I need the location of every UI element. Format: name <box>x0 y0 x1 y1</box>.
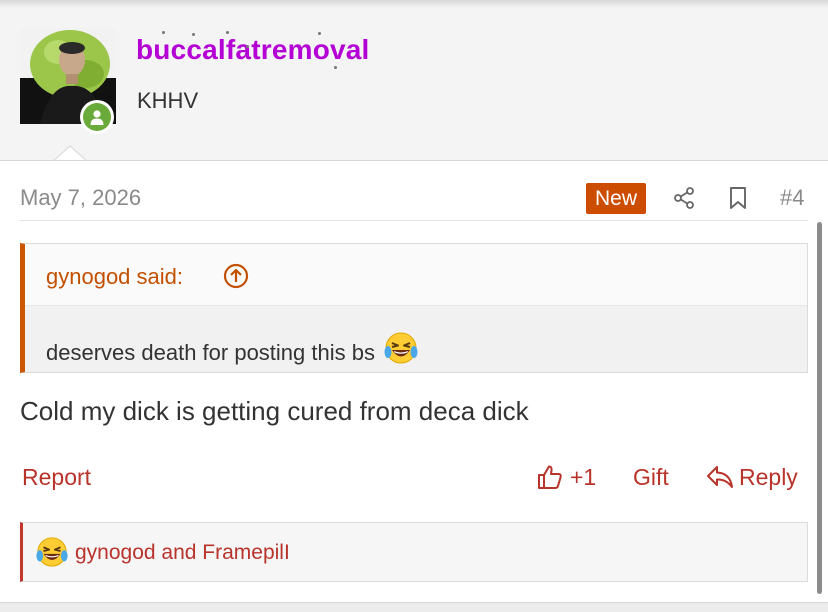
bottom-band <box>0 602 828 612</box>
quote-header: gynogod said: <box>25 244 807 306</box>
sparkle-dot <box>334 66 337 69</box>
quote-text-content: deserves death for posting this bs <box>46 340 375 365</box>
reply-button[interactable]: Reply <box>739 464 798 491</box>
crying-laughing-emoji-icon <box>36 537 68 567</box>
post-number-link[interactable]: #4 <box>780 185 804 211</box>
reactions-bar[interactable]: gynogod and FramepilI <box>20 522 808 582</box>
scrollbar[interactable] <box>817 222 822 594</box>
sparkle-dot <box>246 45 249 48</box>
report-link[interactable]: Report <box>22 464 91 491</box>
quote-text: deserves death for posting this bs <box>46 330 419 366</box>
new-badge: New <box>586 183 647 214</box>
reactions-text[interactable]: gynogod and FramepilI <box>75 541 290 565</box>
gift-link[interactable]: Gift <box>633 464 669 491</box>
sparkle-dot <box>318 32 321 35</box>
online-status-badge <box>80 100 114 134</box>
quote-author-link[interactable]: gynogod said: <box>46 264 183 290</box>
quote-body: deserves death for posting this bs <box>25 306 807 372</box>
post-header: May 7, 2026 New #4 <box>20 161 808 221</box>
arrow-up-circle-icon[interactable] <box>223 263 249 289</box>
sparkle-dot <box>226 31 229 34</box>
post: May 7, 2026 New #4 gynogod said: deserve… <box>0 160 828 602</box>
sparkle-dot <box>162 31 165 34</box>
online-user-icon <box>90 110 104 125</box>
post-message: Cold my dick is getting cured from deca … <box>20 396 529 426</box>
top-shadow <box>0 0 828 8</box>
crying-laughing-emoji-icon <box>384 332 418 364</box>
reply-icon[interactable] <box>706 464 734 490</box>
like-count[interactable]: +1 <box>570 464 596 491</box>
quote-block: gynogod said: deserves death for posting… <box>20 243 808 373</box>
sparkle-dot <box>192 33 195 36</box>
username-link[interactable]: buccalfatremoval <box>136 34 370 66</box>
user-block: buccalfatremoval KHHV <box>0 8 828 162</box>
thumbs-up-icon[interactable] <box>536 463 564 491</box>
bookmark-icon[interactable] <box>726 186 750 210</box>
share-icon[interactable] <box>672 186 696 210</box>
post-date[interactable]: May 7, 2026 <box>20 185 141 211</box>
user-title: KHHV <box>137 88 199 113</box>
avatar-wrap <box>20 28 116 134</box>
